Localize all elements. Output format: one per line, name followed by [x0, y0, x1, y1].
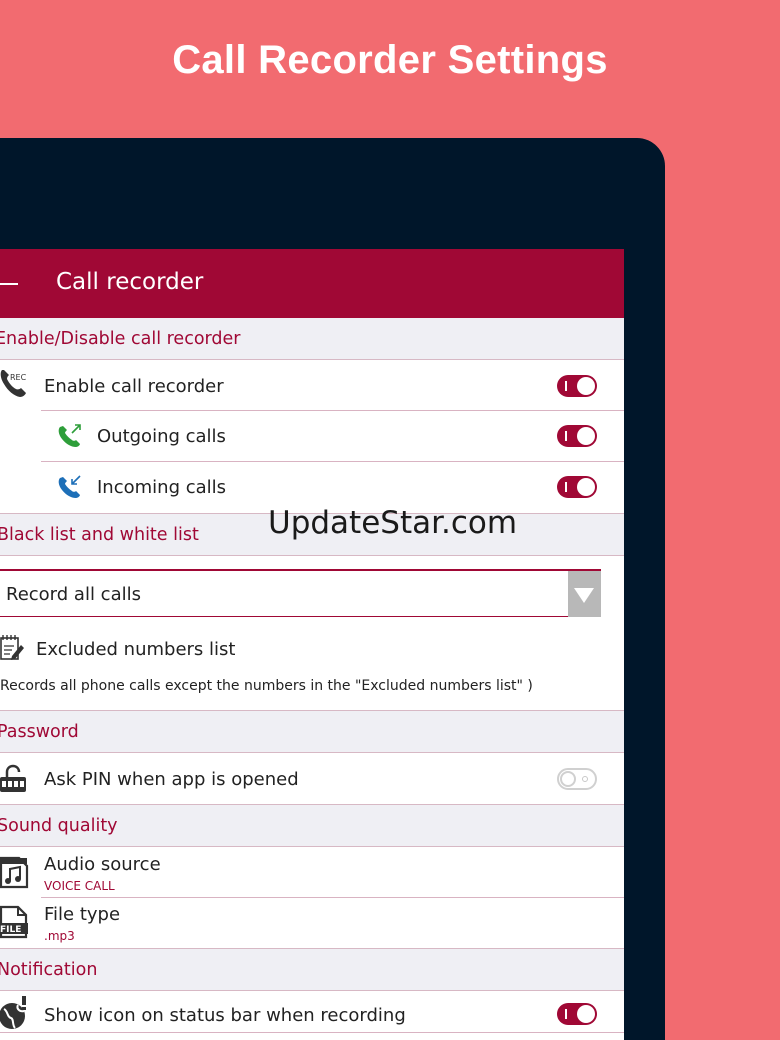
- section-header-notification: Notification: [0, 948, 624, 991]
- notepad-edit-icon: [0, 635, 24, 660]
- setting-ask-pin[interactable]: Ask PIN when app is opened: [0, 754, 624, 803]
- dropdown-arrow-icon[interactable]: [568, 571, 601, 617]
- setting-label: Outgoing calls: [97, 426, 226, 447]
- app-bar: Call recorder: [0, 249, 624, 318]
- back-arrow-icon[interactable]: [0, 283, 18, 285]
- app-screen: Call recorder Enable/Disable call record…: [0, 249, 624, 1040]
- enable-recorder-toggle[interactable]: [557, 375, 597, 397]
- setting-label: Enable call recorder: [44, 376, 224, 397]
- outgoing-call-icon: [58, 424, 81, 447]
- setting-label: File type: [44, 904, 121, 925]
- app-bar-title: Call recorder: [56, 269, 204, 295]
- outgoing-calls-toggle[interactable]: [557, 425, 597, 447]
- rec-badge-text: REC: [10, 373, 27, 382]
- incoming-call-icon: [58, 475, 81, 498]
- setting-label: Audio source: [44, 854, 161, 875]
- status-bar-icon-toggle[interactable]: [557, 1003, 597, 1025]
- file-badge-text: FILE: [0, 925, 21, 935]
- incoming-calls-toggle[interactable]: [557, 476, 597, 498]
- setting-audio-source[interactable]: Audio source VOICE CALL: [0, 848, 624, 897]
- excluded-description: Records all phone calls except the numbe…: [0, 678, 533, 694]
- section-header-enable: Enable/Disable call recorder: [0, 318, 624, 360]
- section-title: Password: [0, 721, 79, 742]
- row-divider: [0, 1032, 624, 1033]
- setting-label: Show icon on status bar when recording: [44, 1005, 406, 1026]
- section-header-sound: Sound quality: [0, 804, 624, 847]
- file-type-value: .mp3: [44, 929, 75, 943]
- section-title: Black list and white list: [0, 524, 199, 545]
- watermark-text: UpdateStar.com: [268, 505, 518, 541]
- section-header-password: Password: [0, 710, 624, 753]
- setting-label: Excluded numbers list: [36, 639, 236, 660]
- file-type-icon: FILE: [0, 905, 28, 939]
- page-headline: Call Recorder Settings: [172, 38, 608, 82]
- record-mode-select[interactable]: Record all calls: [0, 569, 601, 617]
- setting-outgoing-calls[interactable]: Outgoing calls: [0, 411, 624, 461]
- lock-pin-icon: [0, 764, 26, 792]
- ask-pin-toggle[interactable]: [557, 768, 597, 790]
- phone-rec-icon: REC: [0, 370, 27, 397]
- globe-alert-icon: [0, 996, 26, 1029]
- section-title: Enable/Disable call recorder: [0, 328, 241, 349]
- record-mode-value: Record all calls: [6, 584, 141, 605]
- audio-source-value: VOICE CALL: [44, 879, 115, 893]
- section-title: Sound quality: [0, 815, 118, 836]
- setting-file-type[interactable]: FILE File type .mp3: [0, 898, 624, 947]
- setting-excluded-numbers[interactable]: Excluded numbers list: [0, 624, 624, 674]
- setting-label: Incoming calls: [97, 477, 227, 498]
- setting-enable-recorder[interactable]: REC Enable call recorder: [0, 361, 624, 410]
- setting-label: Ask PIN when app is opened: [44, 769, 299, 790]
- music-file-icon: [0, 856, 29, 889]
- section-title: Notification: [0, 959, 98, 980]
